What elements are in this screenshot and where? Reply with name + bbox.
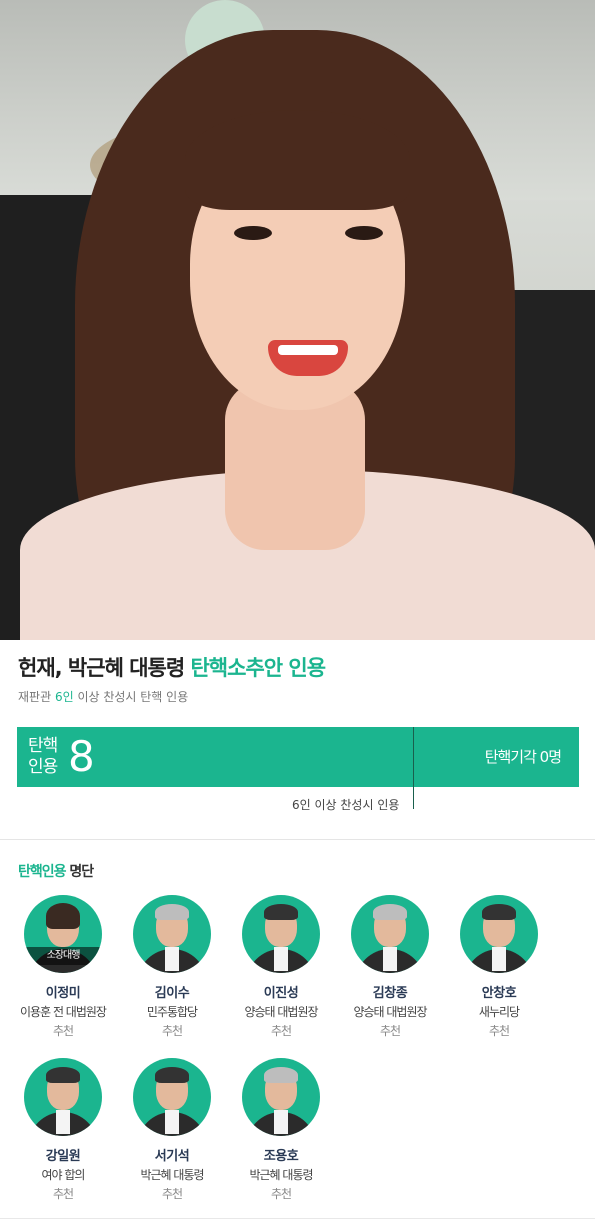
subtitle-suffix: 이상 찬성시 탄핵 인용 (73, 690, 189, 704)
judge-recommender: 박근혜 대통령 (140, 1168, 204, 1182)
judge-recommender: 새누리당 (478, 1005, 520, 1019)
avatar-hair (264, 904, 298, 920)
judge-name: 이진성 (263, 986, 299, 1001)
threshold-label: 6인 이상 찬성시 인용 (292, 798, 400, 812)
page-subtitle: 재판관 6인 이상 찬성시 탄핵 인용 (18, 688, 188, 705)
avatar-collar (165, 947, 179, 971)
avatar-hair (482, 904, 516, 920)
avatar-hair (155, 1067, 189, 1083)
photo-eye-left (234, 226, 272, 240)
avatar-collar (492, 947, 506, 971)
judge-name: 김이수 (154, 986, 190, 1001)
judge-name: 조용호 (263, 1149, 299, 1164)
judge-name: 서기석 (154, 1149, 190, 1164)
judge-avatar: 소장대행 (24, 895, 102, 973)
list-title-accent: 탄핵인용 (18, 864, 67, 880)
judge-note: 추천 (488, 1024, 510, 1038)
avatar-hair (155, 904, 189, 920)
judge-note: 추천 (52, 1024, 74, 1038)
judge-note: 추천 (270, 1024, 292, 1038)
judge-note: 추천 (161, 1187, 183, 1201)
avatar-collar (274, 1110, 288, 1134)
judge-recommender: 여야 합의 (41, 1168, 86, 1182)
bottom-divider (0, 1218, 595, 1219)
avatar-collar (274, 947, 288, 971)
judge-name: 안창호 (481, 986, 517, 1001)
judge-name: 김창종 (372, 986, 408, 1001)
reject-count: 탄핵기각 0명 (484, 748, 562, 766)
judge-avatar (242, 1058, 320, 1136)
judge-note: 추천 (270, 1187, 292, 1201)
judge-recommender: 이용훈 전 대법원장 (20, 1005, 107, 1019)
photo-eye-right (345, 226, 383, 240)
avatar-collar (383, 947, 397, 971)
hero-photo (0, 0, 595, 640)
avatar-collar (165, 1110, 179, 1134)
acting-chief-badge: 소장대행 (24, 947, 102, 965)
avatar-hair (264, 1067, 298, 1083)
judge-avatar (351, 895, 429, 973)
vote-bar: 탄핵 인용 8 탄핵기각 0명 (17, 727, 579, 809)
subtitle-accent: 6인 (54, 690, 74, 704)
title-accent: 탄핵소추안 인용 (190, 656, 326, 680)
judge-card[interactable]: 김이수 민주통합당 추천 (117, 895, 227, 1039)
judge-avatar (24, 1058, 102, 1136)
judge-card[interactable]: 소장대행 이정미 이용훈 전 대법원장 추천 (8, 895, 118, 1039)
photo-teeth (278, 345, 338, 355)
approve-count: 8 (68, 732, 95, 781)
judge-recommender: 양승태 대법원장 (244, 1005, 318, 1019)
judge-note: 추천 (379, 1024, 401, 1038)
judge-note: 추천 (52, 1187, 74, 1201)
judge-card[interactable]: 조용호 박근혜 대통령 추천 (226, 1058, 336, 1202)
approve-label-line-1: 탄핵 (28, 736, 58, 756)
judge-card[interactable]: 안창호 새누리당 추천 (444, 895, 554, 1039)
list-title: 탄핵인용 명단 (18, 861, 94, 881)
title-prefix: 헌재, 박근혜 대통령 (18, 656, 191, 680)
judge-card[interactable]: 강일원 여야 합의 추천 (8, 1058, 118, 1202)
judge-avatar (460, 895, 538, 973)
judge-card[interactable]: 이진성 양승태 대법원장 추천 (226, 895, 336, 1039)
photo-bangs (185, 110, 410, 210)
approve-label: 탄핵 인용 (28, 736, 68, 778)
judge-card[interactable]: 서기석 박근혜 대통령 추천 (117, 1058, 227, 1202)
avatar-hair (46, 1067, 80, 1083)
judge-recommender: 박근혜 대통령 (249, 1168, 313, 1182)
judge-avatar (133, 1058, 211, 1136)
list-title-plain: 명단 (65, 864, 94, 880)
approve-label-line-2: 인용 (28, 757, 58, 777)
judge-avatar (133, 895, 211, 973)
judge-card[interactable]: 김창종 양승태 대법원장 추천 (335, 895, 445, 1039)
judge-note: 추천 (161, 1024, 183, 1038)
page-title: 헌재, 박근혜 대통령 탄핵소추안 인용 (18, 652, 578, 682)
avatar-collar (56, 1110, 70, 1134)
avatar-hair (46, 903, 80, 929)
judge-name: 이정미 (45, 986, 81, 1001)
judge-recommender: 양승태 대법원장 (353, 1005, 427, 1019)
judge-avatar (242, 895, 320, 973)
section-divider (0, 839, 595, 840)
judge-name: 강일원 (45, 1149, 81, 1164)
subtitle-prefix: 재판관 (18, 690, 55, 704)
judge-recommender: 민주통합당 (146, 1005, 198, 1019)
avatar-hair (373, 904, 407, 920)
threshold-divider (413, 727, 414, 809)
